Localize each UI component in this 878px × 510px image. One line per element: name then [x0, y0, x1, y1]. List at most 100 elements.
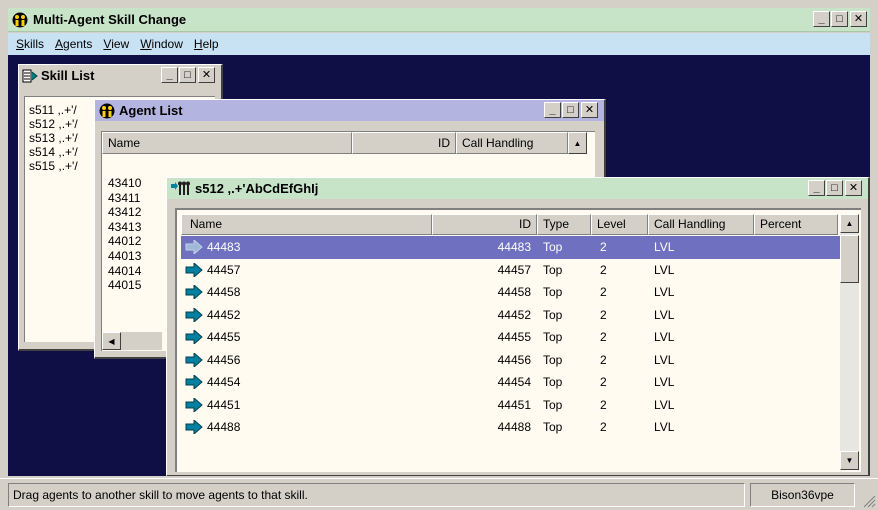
menu-agents[interactable]: Agents: [55, 37, 92, 51]
list-item[interactable]: 43411: [108, 191, 141, 206]
scroll-left-button[interactable]: ◀: [102, 332, 121, 350]
detail-minimize-button[interactable]: _: [808, 180, 825, 196]
menu-help[interactable]: Help: [194, 37, 219, 51]
agent-list-header: Name ID Call Handling ▲: [102, 132, 595, 154]
agent-list-minimize-button[interactable]: _: [544, 102, 561, 118]
close-icon: ✕: [201, 68, 212, 81]
skill-list-close-button[interactable]: ✕: [198, 67, 215, 83]
scroll-up-button[interactable]: ▲: [568, 132, 587, 154]
skill-list-minimize-button[interactable]: _: [161, 67, 178, 83]
menu-view[interactable]: View: [103, 37, 129, 51]
table-row[interactable]: 44454 44454 Top 2 LVL: [181, 371, 841, 394]
agent-name: 44457: [207, 262, 241, 277]
agent-type: Top: [543, 307, 563, 322]
column-header-call-handling[interactable]: Call Handling: [648, 214, 754, 235]
agent-arrow-icon: [185, 397, 203, 412]
skill-detail-pane: Name ID Type Level Call Handling Percent…: [175, 208, 861, 472]
skill-agents-icon: [170, 181, 192, 197]
agent-arrow-icon: [185, 262, 203, 277]
column-header-call-handling[interactable]: Call Handling: [456, 132, 568, 154]
table-row[interactable]: 44483 44483 Top 2 LVL: [181, 236, 841, 259]
agent-name: 44456: [207, 352, 241, 367]
agent-call-handling: LVL: [654, 330, 675, 345]
column-header-level[interactable]: Level: [591, 214, 648, 235]
agent-level: 2: [600, 240, 607, 255]
maximize-button[interactable]: □: [831, 11, 848, 27]
agent-name: 44454: [207, 375, 241, 390]
detail-close-button[interactable]: ✕: [845, 180, 862, 196]
scroll-thumb[interactable]: [840, 235, 859, 283]
table-row[interactable]: 44451 44451 Top 2 LVL: [181, 394, 841, 417]
agent-level: 2: [600, 262, 607, 277]
skill-detail-rows: 44483 44483 Top 2 LVL 44457 44457 Top 2 …: [181, 236, 841, 439]
column-header-name[interactable]: Name: [181, 214, 432, 235]
maximize-icon: □: [184, 68, 191, 81]
status-user: Bison36vpe: [750, 483, 855, 507]
agent-name: 44483: [207, 240, 241, 255]
table-row[interactable]: 44488 44488 Top 2 LVL: [181, 416, 841, 439]
table-row[interactable]: 44458 44458 Top 2 LVL: [181, 281, 841, 304]
table-row[interactable]: 44456 44456 Top 2 LVL: [181, 349, 841, 372]
agent-list-title-bar[interactable]: Agent List _ □ ✕: [95, 100, 604, 121]
list-item[interactable]: 44015: [108, 278, 141, 293]
vertical-scrollbar[interactable]: ▲ ▼: [840, 214, 859, 470]
resize-grip-icon[interactable]: [862, 494, 876, 508]
agent-call-handling: LVL: [654, 240, 675, 255]
agent-id: 44483: [497, 240, 531, 255]
table-row[interactable]: 44455 44455 Top 2 LVL: [181, 326, 841, 349]
horizontal-scrollbar[interactable]: ◀: [102, 332, 162, 350]
close-icon: ✕: [853, 12, 864, 25]
table-row[interactable]: 44457 44457 Top 2 LVL: [181, 259, 841, 282]
skill-list-title-bar[interactable]: Skill List _ □ ✕: [19, 65, 221, 86]
minimize-button[interactable]: _: [813, 11, 830, 27]
list-item[interactable]: 43413: [108, 220, 141, 235]
column-header-id[interactable]: ID: [352, 132, 456, 154]
agent-id: 44452: [497, 307, 531, 322]
down-arrow-icon: ▼: [845, 456, 854, 465]
list-item[interactable]: 44014: [108, 264, 141, 279]
scroll-down-button[interactable]: ▼: [840, 451, 859, 470]
agent-list-maximize-button[interactable]: □: [562, 102, 579, 118]
menu-skills[interactable]: Skills: [16, 37, 44, 51]
agents-icon: [98, 103, 116, 119]
agent-id: 44457: [497, 262, 531, 277]
agent-name: 44455: [207, 330, 241, 345]
app-title-bar[interactable]: Multi-Agent Skill Change _ □ ✕: [8, 8, 870, 32]
table-row[interactable]: 44452 44452 Top 2 LVL: [181, 304, 841, 327]
agent-call-handling: LVL: [654, 262, 675, 277]
agent-type: Top: [543, 240, 563, 255]
scroll-up-button[interactable]: ▲: [840, 214, 859, 233]
agent-type: Top: [543, 285, 563, 300]
detail-maximize-button[interactable]: □: [826, 180, 843, 196]
list-item[interactable]: 43410: [108, 176, 141, 191]
list-item[interactable]: 44013: [108, 249, 141, 264]
menu-agents-accel: A: [55, 37, 64, 51]
agent-id: 44454: [497, 375, 531, 390]
agent-list-close-button[interactable]: ✕: [581, 102, 598, 118]
agent-level: 2: [600, 375, 607, 390]
agent-name: 44451: [207, 397, 241, 412]
skill-detail-window: s512 ,.+'AbCdEfGhIj _ □ ✕ Name ID Type L…: [166, 177, 870, 476]
column-header-type[interactable]: Type: [537, 214, 591, 235]
agent-type: Top: [543, 352, 563, 367]
menu-help-accel: H: [193, 37, 203, 51]
column-header-name[interactable]: Name: [102, 132, 352, 154]
app-title: Multi-Agent Skill Change: [33, 12, 187, 27]
list-item[interactable]: 43412: [108, 205, 141, 220]
skill-list-maximize-button[interactable]: □: [179, 67, 196, 83]
agent-type: Top: [543, 375, 563, 390]
status-message: Drag agents to another skill to move age…: [8, 483, 745, 507]
skill-detail-title-bar[interactable]: s512 ,.+'AbCdEfGhIj _ □ ✕: [167, 178, 868, 199]
list-item[interactable]: 44012: [108, 234, 141, 249]
agent-call-handling: LVL: [654, 397, 675, 412]
skill-list-title: Skill List: [41, 68, 95, 83]
agent-type: Top: [543, 262, 563, 277]
menu-window-label: indow: [151, 37, 183, 51]
menu-window[interactable]: Window: [140, 37, 183, 51]
column-header-percent[interactable]: Percent: [754, 214, 838, 235]
minimize-icon: _: [166, 68, 173, 81]
agent-id: 44456: [497, 352, 531, 367]
agent-arrow-icon: [185, 240, 203, 255]
close-button[interactable]: ✕: [850, 11, 867, 27]
column-header-id[interactable]: ID: [432, 214, 537, 235]
